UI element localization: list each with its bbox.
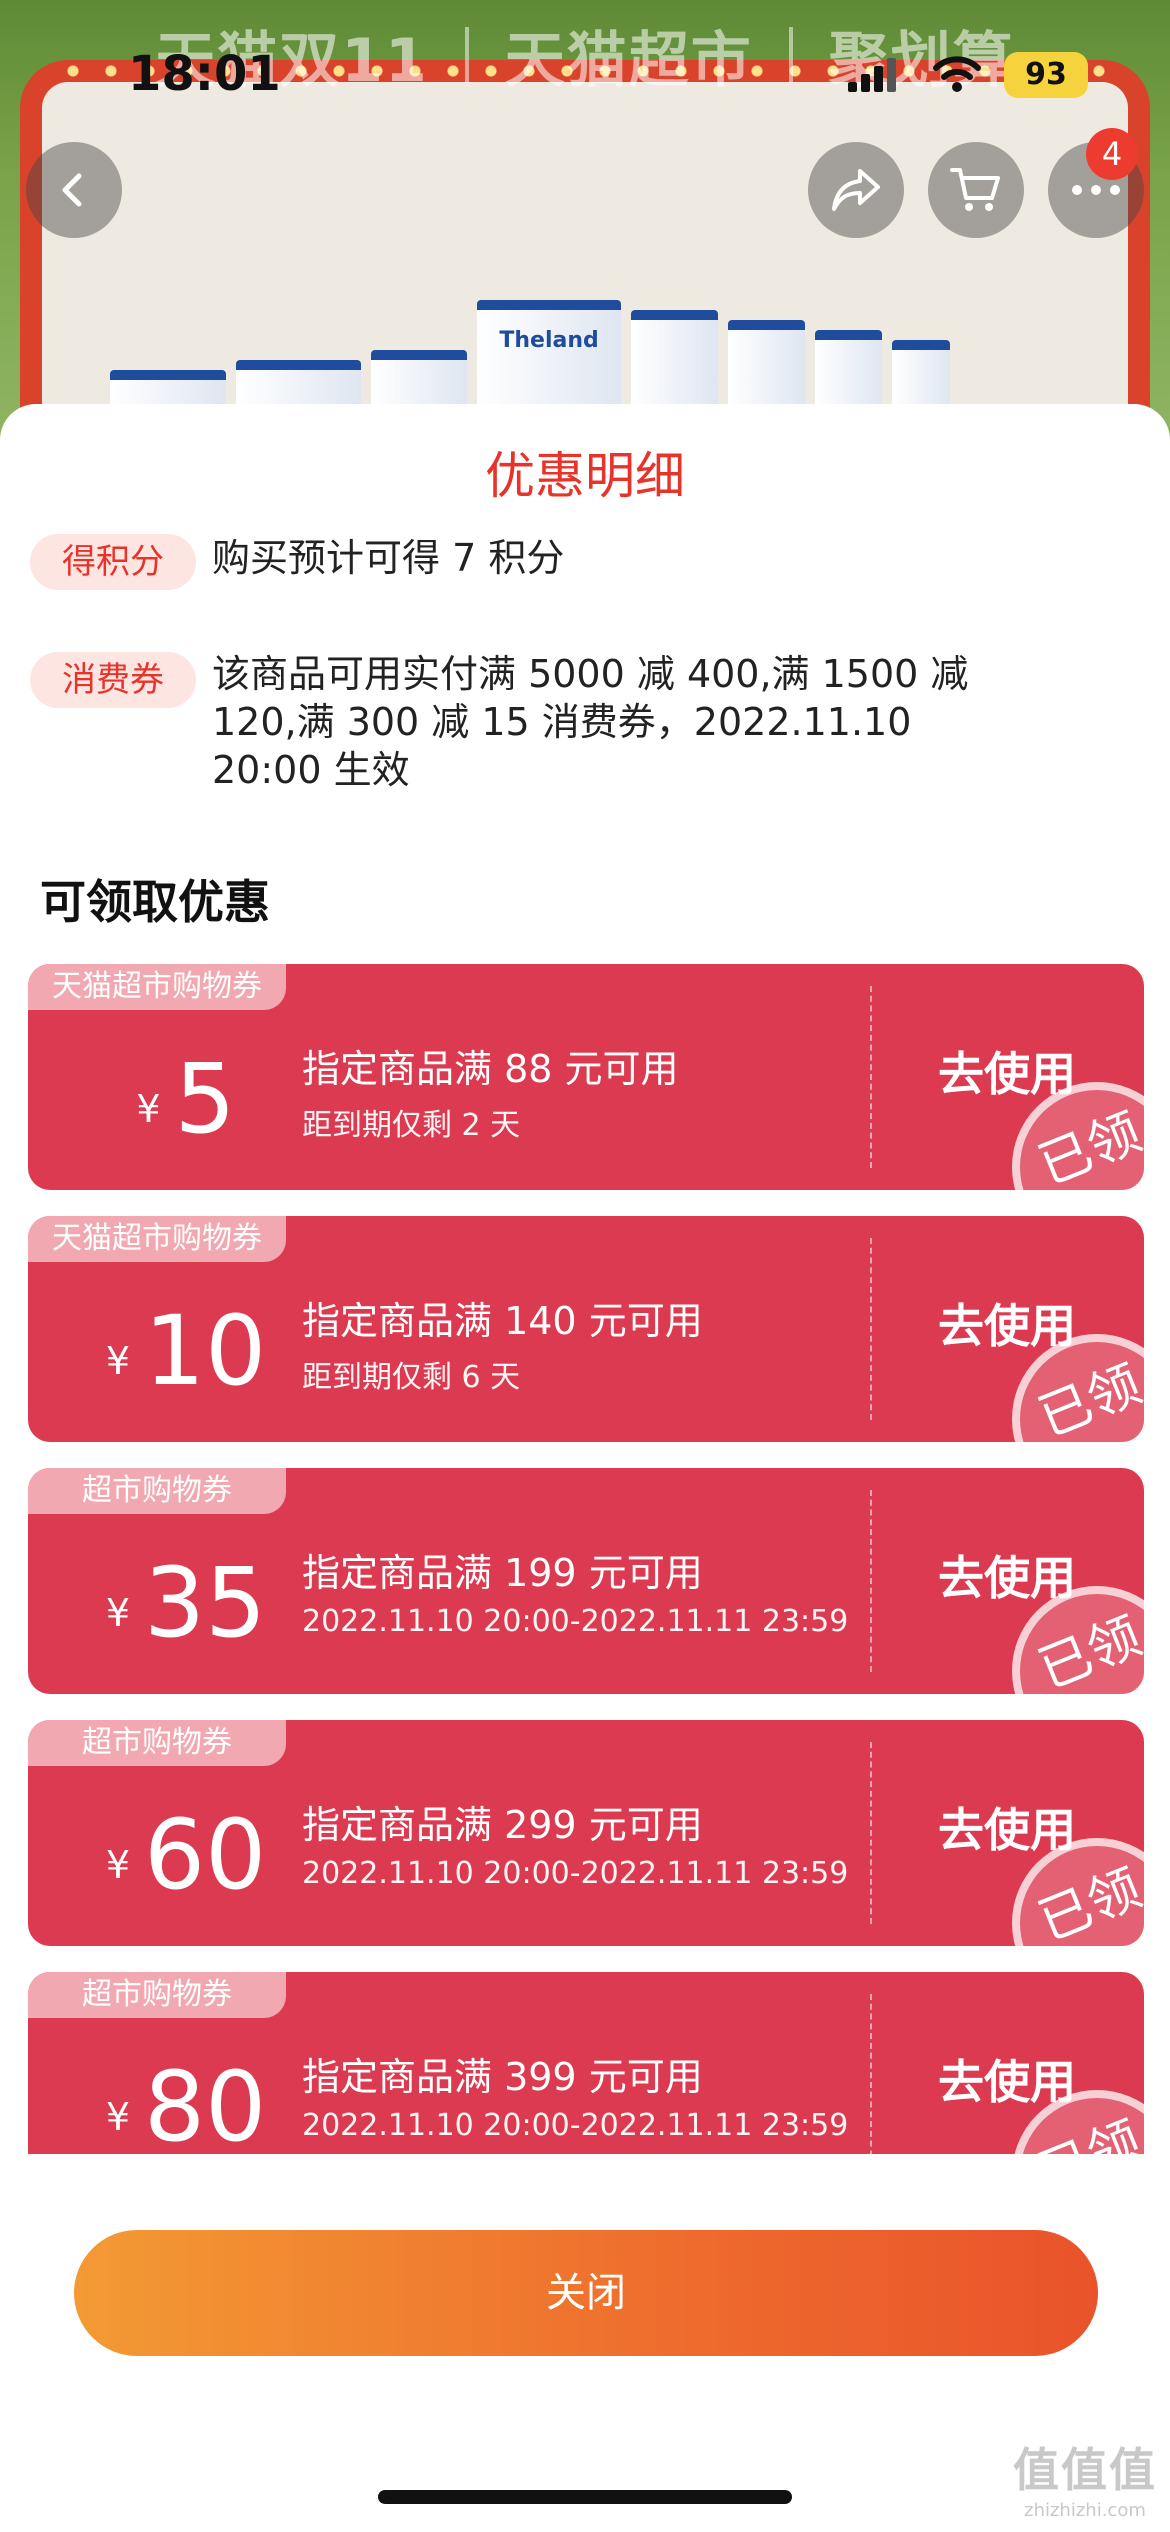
coupon-list[interactable]: 天猫超市购物券 ¥ 5 指定商品满 88 元可用 距到期仅剩 2 天 去使用 已…: [0, 964, 1170, 2154]
available-coupons-title: 可领取优惠: [40, 875, 270, 929]
voucher-line: 该商品可用实付满 5000 减 400,满 1500 减: [212, 652, 969, 696]
wifi-icon: [933, 56, 981, 92]
points-text: 购买预计可得 7 积分: [212, 536, 565, 580]
product-header: 天猫双11 天猫超市 聚划算 Theland 18:01 93 4: [0, 0, 1170, 440]
close-button[interactable]: 关闭: [74, 2230, 1098, 2356]
coupon-amount: ¥ 80: [28, 2032, 344, 2154]
currency-symbol: ¥: [105, 1591, 131, 1635]
coupon-value: 5: [174, 1043, 236, 1155]
coupon-condition: 指定商品满 299 元可用: [302, 1803, 703, 1847]
coupon-condition: 指定商品满 199 元可用: [302, 1551, 703, 1595]
coupon-value: 60: [144, 1799, 267, 1911]
voucher-text: 该商品可用实付满 5000 减 400,满 1500 减 120,满 300 减…: [212, 650, 968, 794]
currency-symbol: ¥: [105, 1843, 131, 1887]
watermark-domain: zhizhizhi.com: [1024, 2500, 1146, 2521]
currency-symbol: ¥: [136, 1087, 161, 1131]
currency-symbol: ¥: [105, 1339, 131, 1383]
voucher-line: 120,满 300 减 15 消费券，2022.11.10: [212, 700, 912, 744]
watermark: 值值值 zhizhizhi.com: [1010, 2434, 1160, 2521]
coupon-condition: 指定商品满 140 元可用: [302, 1299, 703, 1343]
share-button[interactable]: [808, 142, 904, 238]
claimed-stamp-label: 已领: [1030, 1857, 1144, 1946]
coupon-amount: ¥ 60: [28, 1780, 344, 1930]
more-dots-icon: [1072, 185, 1120, 195]
coupon-value: 35: [144, 1547, 267, 1659]
watermark-mark: 值值值: [1013, 2443, 1157, 2497]
promo-supermarket: 天猫超市: [504, 25, 753, 96]
sheet-title: 优惠明细: [485, 447, 685, 505]
home-indicator[interactable]: [378, 2490, 792, 2504]
coupon-card: 天猫超市购物券 ¥ 10 指定商品满 140 元可用 距到期仅剩 6 天 去使用…: [28, 1216, 1144, 1442]
coupon-type-tag: 超市购物券: [28, 1468, 286, 1514]
coupon-condition: 指定商品满 88 元可用: [302, 1047, 679, 1091]
claimed-stamp-label: 已领: [1030, 1605, 1144, 1694]
voucher-tag: 消费券: [30, 652, 196, 708]
coupon-type-tag: 天猫超市购物券: [28, 964, 286, 1010]
battery-indicator: 93: [1004, 52, 1088, 98]
coupon-type-tag: 超市购物券: [28, 1972, 286, 2018]
coupon-expiry: 距到期仅剩 2 天: [302, 1108, 521, 1143]
cart-count-badge: 4: [1086, 128, 1138, 180]
cart-button[interactable]: [928, 142, 1024, 238]
points-tag: 得积分: [30, 534, 196, 590]
coupon-validity: 2022.11.10 20:00-2022.11.11 23:59: [302, 2108, 849, 2143]
coupon-value: 10: [144, 1295, 267, 1407]
coupon-amount: ¥ 35: [28, 1528, 344, 1678]
back-button[interactable]: [26, 142, 122, 238]
discount-detail-sheet: 优惠明细 得积分 购买预计可得 7 积分 消费券 该商品可用实付满 5000 减…: [0, 404, 1170, 2532]
coupon-value: 80: [144, 2051, 267, 2154]
coupon-validity: 2022.11.10 20:00-2022.11.11 23:59: [302, 1604, 849, 1639]
coupon-condition: 指定商品满 399 元可用: [302, 2055, 703, 2099]
coupon-type-tag: 超市购物券: [28, 1720, 286, 1766]
voucher-line: 20:00 生效: [212, 748, 410, 792]
coupon-amount: ¥ 10: [28, 1276, 344, 1426]
share-icon: [832, 169, 880, 211]
cart-icon: [950, 168, 1000, 211]
cellular-signal-icon: [848, 58, 896, 92]
coupon-expiry: 距到期仅剩 6 天: [302, 1360, 521, 1395]
coupon-validity: 2022.11.10 20:00-2022.11.11 23:59: [302, 1856, 849, 1891]
chevron-left-icon: [62, 173, 82, 207]
status-time: 18:01: [128, 46, 281, 102]
coupon-type-tag: 天猫超市购物券: [28, 1216, 286, 1262]
coupon-card: 超市购物券 ¥ 35 指定商品满 199 元可用 2022.11.10 20:0…: [28, 1468, 1144, 1694]
claimed-stamp-label: 已领: [1030, 1353, 1144, 1442]
coupon-amount: ¥ 5: [28, 1024, 344, 1174]
claimed-stamp-label: 已领: [1030, 1101, 1144, 1190]
coupon-card: 超市购物券 ¥ 60 指定商品满 299 元可用 2022.11.10 20:0…: [28, 1720, 1144, 1946]
coupon-card: 超市购物券 ¥ 80 指定商品满 399 元可用 2022.11.10 20:0…: [28, 1972, 1144, 2154]
currency-symbol: ¥: [105, 2095, 131, 2139]
coupon-card: 天猫超市购物券 ¥ 5 指定商品满 88 元可用 距到期仅剩 2 天 去使用 已…: [28, 964, 1144, 1190]
